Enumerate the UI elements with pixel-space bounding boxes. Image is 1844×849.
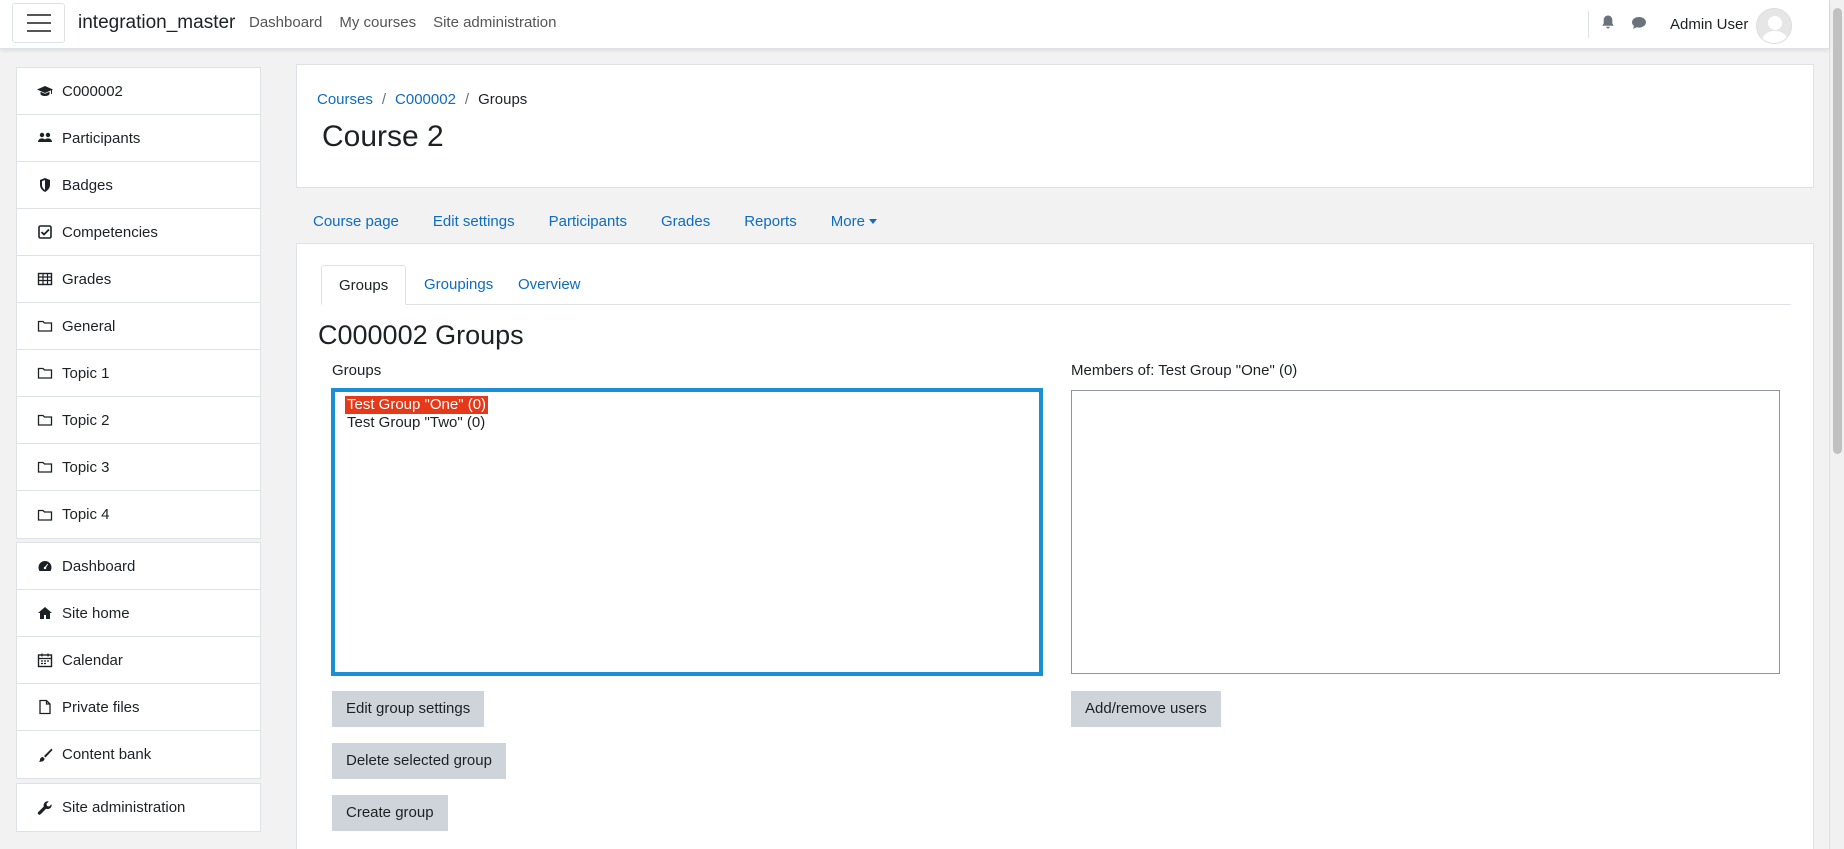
drawer-item-topic-3[interactable]: Topic 3 bbox=[17, 444, 260, 491]
drawer-item-dashboard[interactable]: Dashboard bbox=[17, 543, 260, 590]
wrench-icon bbox=[37, 800, 53, 816]
tab-groups[interactable]: Groups bbox=[321, 265, 407, 305]
tab-overview[interactable]: Overview bbox=[501, 265, 598, 305]
breadcrumb-separator: / bbox=[381, 91, 387, 108]
secnav-participants[interactable]: Participants bbox=[549, 213, 627, 230]
groups-tabs: Groups Groupings Overview bbox=[321, 265, 1791, 305]
folder-icon bbox=[37, 507, 53, 523]
secnav-reports[interactable]: Reports bbox=[744, 213, 797, 230]
drawer-item-label: Topic 4 bbox=[62, 506, 110, 523]
hamburger-menu-button[interactable] bbox=[12, 3, 65, 43]
groups-select-list[interactable]: Test Group "One" (0) Test Group "Two" (0… bbox=[331, 388, 1043, 676]
create-group-button[interactable]: Create group bbox=[332, 795, 448, 831]
secnav-grades[interactable]: Grades bbox=[661, 213, 710, 230]
group-option-one[interactable]: Test Group "One" (0) bbox=[345, 396, 489, 414]
page-header: Courses / C000002 / Groups Course 2 bbox=[296, 64, 1814, 188]
secondary-navigation: Course page Edit settings Participants G… bbox=[296, 213, 894, 230]
breadcrumb: Courses / C000002 / Groups bbox=[317, 91, 527, 108]
chat-bubble-icon[interactable] bbox=[1631, 15, 1649, 33]
paint-brush-icon bbox=[37, 747, 53, 763]
folder-icon bbox=[37, 459, 53, 475]
shield-icon bbox=[37, 177, 53, 193]
users-icon bbox=[37, 130, 53, 146]
add-remove-users-button[interactable]: Add/remove users bbox=[1071, 691, 1221, 727]
drawer-item-content-bank[interactable]: Content bank bbox=[17, 731, 260, 778]
drawer-item-calendar[interactable]: Calendar bbox=[17, 637, 260, 684]
drawer-item-badges[interactable]: Badges bbox=[17, 162, 260, 209]
drawer-item-topic-2[interactable]: Topic 2 bbox=[17, 397, 260, 444]
drawer-item-label: Topic 3 bbox=[62, 458, 110, 476]
drawer-item-label: Grades bbox=[62, 270, 112, 288]
caret-down-icon bbox=[868, 219, 877, 224]
drawer-item-label: General bbox=[62, 317, 116, 335]
drawer-item-label: Private files bbox=[62, 698, 140, 716]
members-select-list[interactable] bbox=[1071, 390, 1780, 674]
table-icon bbox=[37, 271, 53, 287]
breadcrumb-courses[interactable]: Courses bbox=[317, 91, 373, 108]
drawer-item-label: Site home bbox=[62, 604, 130, 622]
home-icon bbox=[37, 605, 53, 621]
folder-icon bbox=[37, 318, 53, 334]
folder-icon bbox=[37, 412, 53, 428]
tab-groupings[interactable]: Groupings bbox=[407, 265, 510, 305]
drawer-item-label: Badges bbox=[62, 176, 113, 194]
drawer-item-participants[interactable]: Participants bbox=[17, 115, 260, 162]
breadcrumb-current: Groups bbox=[478, 91, 528, 108]
nav-site-administration[interactable]: Site administration bbox=[433, 14, 556, 31]
drawer-item-label: Topic 2 bbox=[62, 411, 110, 429]
drawer-item-label: Participants bbox=[62, 129, 141, 147]
drawer-item-general[interactable]: General bbox=[17, 303, 260, 350]
scrollbar-thumb[interactable] bbox=[1833, 8, 1842, 454]
avatar[interactable] bbox=[1756, 8, 1792, 44]
edit-group-settings-button[interactable]: Edit group settings bbox=[332, 691, 485, 727]
bell-icon[interactable] bbox=[1600, 14, 1618, 32]
drawer-item-competencies[interactable]: Competencies bbox=[17, 209, 260, 256]
primary-navigation: Dashboard My courses Site administration bbox=[249, 14, 573, 31]
main-content: Groups Groupings Overview C000002 Groups… bbox=[296, 243, 1814, 849]
drawer-course-section: C000002 Participants Badges Competencies… bbox=[16, 67, 261, 539]
drawer-item-label: Calendar bbox=[62, 651, 123, 669]
members-list-label: Members of: Test Group "One" (0) bbox=[1071, 362, 1298, 379]
check-square-icon bbox=[37, 224, 53, 240]
calendar-icon bbox=[37, 652, 53, 668]
drawer-item-label: Content bank bbox=[62, 746, 152, 763]
dashboard-icon bbox=[37, 558, 53, 574]
drawer-item-label: Dashboard bbox=[62, 557, 136, 575]
drawer-item-private-files[interactable]: Private files bbox=[17, 684, 260, 731]
breadcrumb-course[interactable]: C000002 bbox=[395, 91, 456, 108]
groups-list-label: Groups bbox=[332, 362, 382, 379]
breadcrumb-separator: / bbox=[464, 91, 470, 108]
drawer-item-site-home[interactable]: Site home bbox=[17, 590, 260, 637]
navbar-divider bbox=[1588, 11, 1589, 38]
page-scrollbar[interactable] bbox=[1829, 0, 1844, 849]
drawer-item-grades[interactable]: Grades bbox=[17, 256, 260, 303]
page-title: Course 2 bbox=[322, 120, 444, 153]
drawer-item-label: C000002 bbox=[62, 82, 123, 100]
graduation-cap-icon bbox=[37, 83, 53, 99]
user-menu-name[interactable]: Admin User bbox=[1670, 16, 1748, 33]
nav-dashboard[interactable]: Dashboard bbox=[249, 14, 322, 31]
secnav-edit-settings[interactable]: Edit settings bbox=[433, 213, 515, 230]
drawer-item-label: Site administration bbox=[62, 799, 186, 816]
secnav-more-label: More bbox=[830, 213, 865, 230]
drawer-item-course[interactable]: C000002 bbox=[17, 68, 260, 115]
drawer-item-site-administration[interactable]: Site administration bbox=[17, 784, 260, 831]
drawer-item-label: Topic 1 bbox=[62, 364, 110, 382]
drawer-item-topic-1[interactable]: Topic 1 bbox=[17, 350, 260, 397]
file-icon bbox=[37, 699, 53, 715]
drawer-item-label: Competencies bbox=[62, 223, 158, 241]
top-navbar: integration_master Dashboard My courses … bbox=[0, 0, 1829, 49]
secnav-course-page[interactable]: Course page bbox=[313, 213, 399, 230]
secnav-more-dropdown[interactable]: More bbox=[831, 213, 877, 230]
delete-selected-group-button[interactable]: Delete selected group bbox=[332, 743, 506, 779]
folder-icon bbox=[37, 365, 53, 381]
groups-heading: C000002 Groups bbox=[318, 320, 524, 350]
course-index-drawer: C000002 Participants Badges Competencies… bbox=[0, 50, 281, 849]
site-brand[interactable]: integration_master bbox=[78, 12, 235, 34]
group-option-two[interactable]: Test Group "Two" (0) bbox=[345, 414, 487, 432]
drawer-admin-section: Site administration bbox=[16, 783, 261, 832]
nav-my-courses[interactable]: My courses bbox=[339, 14, 416, 31]
drawer-item-topic-4[interactable]: Topic 4 bbox=[17, 491, 260, 538]
drawer-site-section: Dashboard Site home Calendar Private fil… bbox=[16, 542, 261, 779]
